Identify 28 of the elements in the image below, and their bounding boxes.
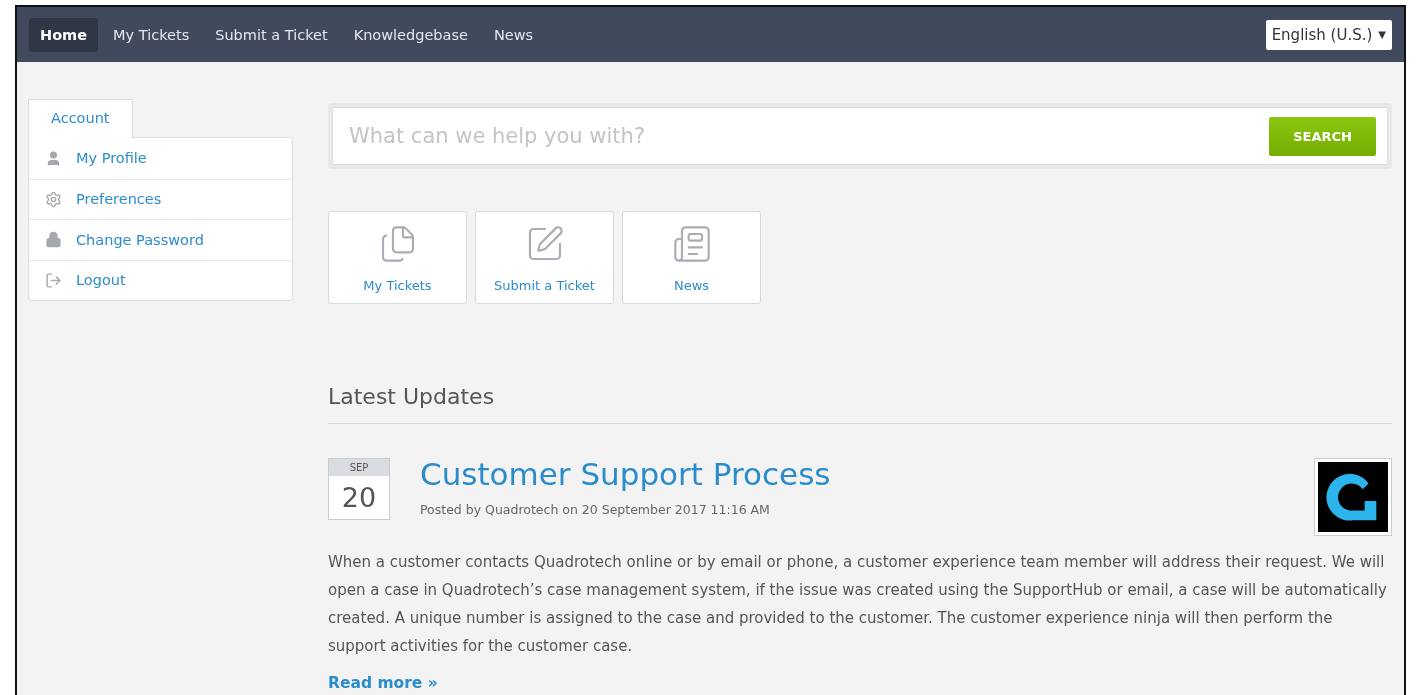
date-badge: SEP 20 <box>328 458 390 520</box>
newspaper-icon <box>671 224 712 264</box>
account-tab[interactable]: Account <box>28 99 133 138</box>
account-menu-item[interactable]: Logout <box>29 259 292 300</box>
account-menu-item[interactable]: Change Password <box>29 219 292 260</box>
shortcut-tile[interactable]: My Tickets <box>328 211 467 304</box>
nav-link[interactable]: News <box>482 17 545 52</box>
logout-icon <box>45 271 62 289</box>
account-menu-item[interactable]: Preferences <box>29 178 292 219</box>
lock-icon <box>45 231 62 249</box>
gear-icon <box>45 190 62 208</box>
nav-link[interactable]: My Tickets <box>102 17 201 52</box>
user-icon <box>45 149 62 167</box>
post-title-link[interactable]: Customer Support Process <box>420 456 831 492</box>
search-field[interactable]: What can we help you with? SEARCH <box>332 107 1388 165</box>
nav-link[interactable]: Submit a Ticket <box>204 17 339 52</box>
shortcut-tile[interactable]: News <box>622 211 761 304</box>
read-more-link[interactable]: Read more » <box>328 674 438 692</box>
account-menu-item[interactable]: My Profile <box>29 138 292 179</box>
shortcut-tile[interactable]: Submit a Ticket <box>475 211 614 304</box>
post-meta: Posted by Quadrotech on 20 September 2017 11:16 AM <box>420 502 771 517</box>
language-select[interactable]: English (U.S.) ▼ <box>1265 19 1392 50</box>
nav-link[interactable]: Home <box>29 17 99 52</box>
author-avatar-icon <box>1314 458 1392 536</box>
section-heading: Latest Updates <box>328 384 1392 424</box>
post-body-text: When a customer contacts Quadrotech online or by email or phone, a customer experience team member will address their request. We will open a case in Quadrotech’s case management system, if the issue was created using the SupportHub or email, a case will be automatically created. A unique number is assigned to the case and provided to the customer. The customer experience ninja will then perform the support activities for the customer case. <box>328 552 1388 657</box>
search-button[interactable]: SEARCH <box>1269 116 1376 156</box>
nav-link[interactable]: Knowledgebase <box>342 17 479 52</box>
